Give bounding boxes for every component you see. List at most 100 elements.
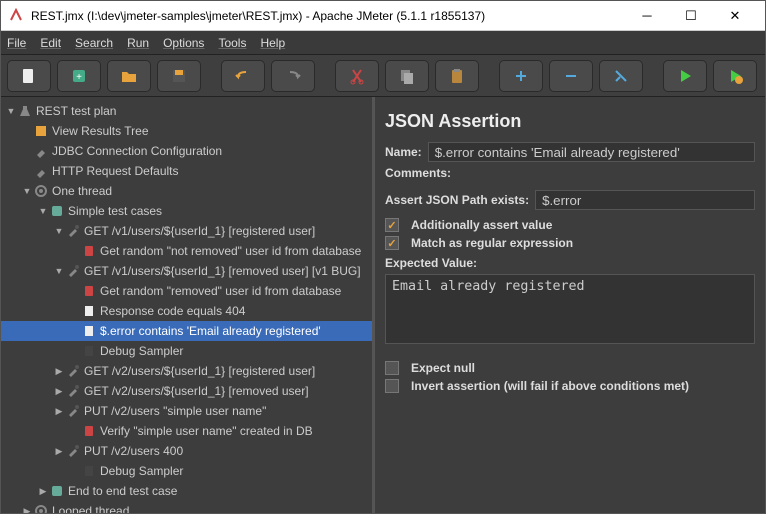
tree-node-label: Get random "not removed" user id from da… [100, 244, 361, 258]
collapse-button[interactable] [549, 60, 593, 92]
window-title: REST.jmx (I:\dev\jmeter-samples\jmeter\R… [31, 9, 625, 23]
tree-node-label: HTTP Request Defaults [52, 164, 179, 178]
tree-node[interactable]: ▼GET /v1/users/${userId_1} [registered u… [1, 221, 372, 241]
tree-toggle-icon[interactable]: ▼ [21, 186, 33, 196]
tree-node[interactable]: $.error contains 'Email already register… [1, 321, 372, 341]
close-button[interactable]: ✕ [713, 2, 757, 30]
tree-node[interactable]: ▼ REST test plan [1, 101, 372, 121]
tree-toggle-icon[interactable]: ▶ [37, 486, 49, 497]
tree-node[interactable]: Response code equals 404 [1, 301, 372, 321]
expected-value-textarea[interactable] [385, 274, 755, 344]
assert-value-label: Additionally assert value [411, 218, 552, 232]
tree-node[interactable]: ▶ Looped thread [1, 501, 372, 513]
tree-node[interactable]: ▶PUT /v2/users 400 [1, 441, 372, 461]
new-button[interactable] [7, 60, 51, 92]
tree-node-label: GET /v2/users/${userId_1} [removed user] [84, 384, 309, 398]
tree-toggle-icon[interactable]: ▼ [53, 226, 65, 236]
menu-search[interactable]: Search [75, 36, 113, 50]
menu-tools[interactable]: Tools [218, 36, 246, 50]
copy-button[interactable] [385, 60, 429, 92]
toggle-button[interactable] [599, 60, 643, 92]
tree-node-label: Debug Sampler [100, 464, 183, 478]
yellow-icon [33, 123, 49, 139]
tree-node-label: Simple test cases [68, 204, 162, 218]
dropper-icon [65, 363, 81, 379]
paste-button[interactable] [435, 60, 479, 92]
tree-node-label: PUT /v2/users "simple user name" [84, 404, 266, 418]
tree-node[interactable]: ▶ PUT /v2/users "simple user name" [1, 401, 372, 421]
menu-edit[interactable]: Edit [40, 36, 61, 50]
tree-node[interactable]: ▶ GET /v2/users/${userId_1} [removed user… [1, 381, 372, 401]
regex-checkbox[interactable] [385, 236, 399, 250]
tree-node-label: Looped thread [52, 504, 129, 513]
tree-toggle-icon[interactable]: ▼ [53, 266, 65, 276]
menu-file[interactable]: File [7, 36, 26, 50]
gear-icon [33, 183, 49, 199]
menu-help[interactable]: Help [260, 36, 285, 50]
minimize-button[interactable]: ─ [625, 2, 669, 30]
menu-run[interactable]: Run [127, 36, 149, 50]
templates-button[interactable]: + [57, 60, 101, 92]
expected-label: Expected Value: [385, 256, 477, 270]
path-label: Assert JSON Path exists: [385, 193, 529, 207]
name-label: Name: [385, 145, 422, 159]
tree-node[interactable]: Debug Sampler [1, 461, 372, 481]
tree-node-label: GET /v2/users/${userId_1} [registered us… [84, 364, 315, 378]
tree-toggle-icon[interactable]: ▶ [53, 406, 65, 417]
dark-icon [81, 463, 97, 479]
expect-null-checkbox[interactable] [385, 361, 399, 375]
tree-toggle-icon[interactable]: ▶ [53, 366, 65, 377]
titlebar: REST.jmx (I:\dev\jmeter-samples\jmeter\R… [1, 1, 765, 31]
menu-options[interactable]: Options [163, 36, 204, 50]
tree-toggle-icon[interactable]: ▼ [5, 106, 17, 116]
tree-panel[interactable]: ▼ REST test plan View Results Tree JDBC Con… [1, 97, 375, 513]
tree-toggle-icon[interactable]: ▶ [53, 386, 65, 397]
gear-icon [33, 503, 49, 513]
flask-icon [17, 103, 33, 119]
dropper-icon [65, 383, 81, 399]
tree-node[interactable]: ▼ Simple test cases [1, 201, 372, 221]
db-icon [81, 283, 97, 299]
tree-node[interactable]: ▼ GET /v1/users/${userId_1} [removed user… [1, 261, 372, 281]
tree-node[interactable]: HTTP Request Defaults [1, 161, 372, 181]
tree-node[interactable]: ▼ One thread [1, 181, 372, 201]
tree-node-label: REST test plan [36, 104, 116, 118]
assert-value-checkbox[interactable] [385, 218, 399, 232]
tree-node[interactable]: Verify "simple user name" created in DB [1, 421, 372, 441]
wrench-icon [33, 163, 49, 179]
tree-toggle-icon[interactable]: ▶ [21, 506, 33, 514]
path-input[interactable] [535, 190, 755, 210]
db-icon [81, 243, 97, 259]
page-icon [81, 323, 97, 339]
tree-node[interactable]: JDBC Connection Configuration [1, 141, 372, 161]
tree-node[interactable]: ▶End to end test case [1, 481, 372, 501]
invert-checkbox[interactable] [385, 379, 399, 393]
tree-node[interactable]: Debug Sampler [1, 341, 372, 361]
db-icon [81, 423, 97, 439]
expand-button[interactable] [499, 60, 543, 92]
save-button[interactable] [157, 60, 201, 92]
tree-node-label: View Results Tree [52, 124, 149, 138]
maximize-button[interactable]: ☐ [669, 2, 713, 30]
start-no-timers-button[interactable] [713, 60, 757, 92]
tree-node-label: One thread [52, 184, 112, 198]
tree-toggle-icon[interactable]: ▼ [37, 206, 49, 216]
tree-node[interactable]: Get random "not removed" user id from da… [1, 241, 372, 261]
tree-node[interactable]: ▶ GET /v2/users/${userId_1} [registered u… [1, 361, 372, 381]
right-panel: JSON Assertion Name: Comments: Assert JS… [375, 97, 765, 513]
open-button[interactable] [107, 60, 151, 92]
redo-button[interactable] [271, 60, 315, 92]
undo-button[interactable] [221, 60, 265, 92]
name-input[interactable] [428, 142, 755, 162]
page-icon [81, 303, 97, 319]
cut-button[interactable] [335, 60, 379, 92]
tree-node-label: GET /v1/users/${userId_1} [removed user]… [84, 264, 361, 278]
tree-node[interactable]: View Results Tree [1, 121, 372, 141]
tree-node[interactable]: Get random "removed" user id from databa… [1, 281, 372, 301]
tree-node-label: Verify "simple user name" created in DB [100, 424, 313, 438]
app-icon [9, 8, 25, 24]
tree-node-label: Debug Sampler [100, 344, 183, 358]
start-button[interactable] [663, 60, 707, 92]
wrench-icon [33, 143, 49, 159]
tree-toggle-icon[interactable]: ▶ [53, 446, 65, 457]
